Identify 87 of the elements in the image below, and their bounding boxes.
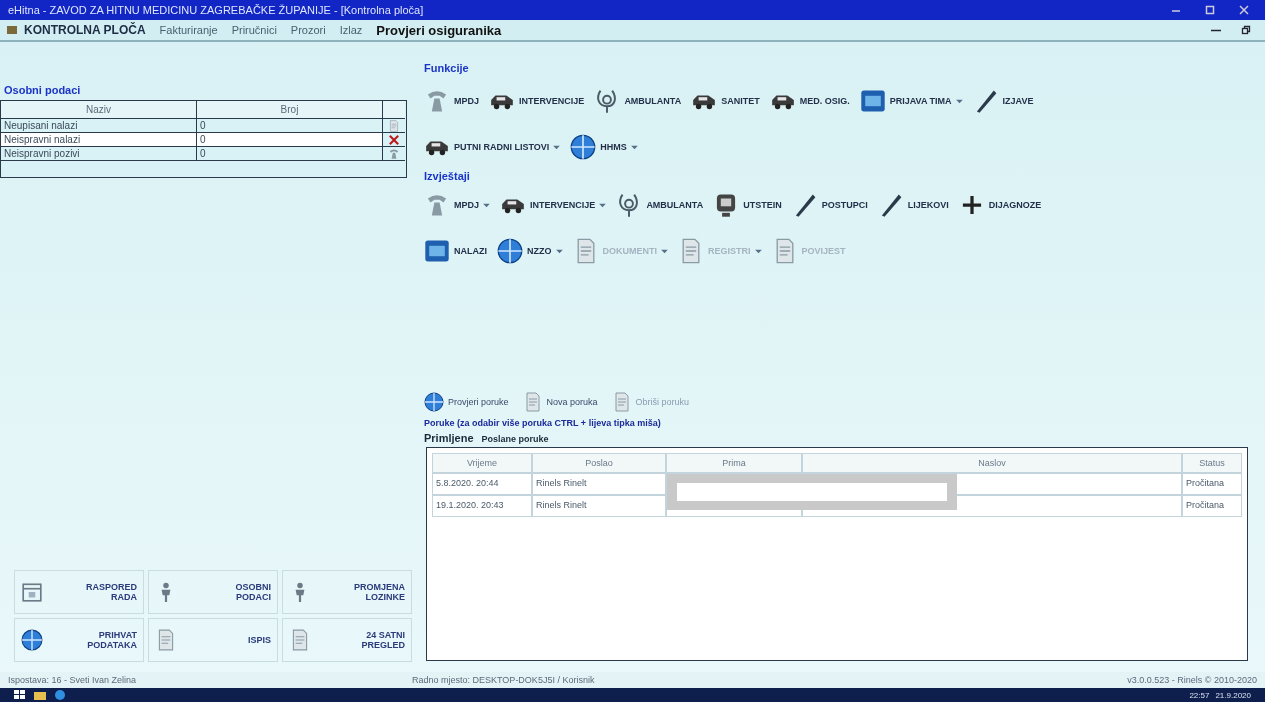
caret-icon [599,202,607,208]
table-cell[interactable]: 0 [197,133,383,147]
tab[interactable]: Poslane poruke [481,434,549,444]
menu-item[interactable]: Izlaz [339,24,363,36]
toolbar-button[interactable]: AMBULANTA [594,88,682,114]
shortcut-button[interactable]: RASPORED RADA [14,570,144,614]
shortcut-button[interactable]: PRIHVAT PODATAKA [14,618,144,662]
table-cell: Pročitana [1182,473,1242,495]
toolbar-button[interactable]: PUTNI RADNI LISTOVI [424,134,561,160]
menu-item[interactable]: Prozori [290,24,326,36]
toolbar-button[interactable]: MPDJ [424,88,479,114]
menu-item[interactable]: Provjeri osiguranika [376,22,502,38]
table-cell: Rinels Rinelt [532,473,666,495]
toolbar-button[interactable]: Provjeri poruke [424,392,509,412]
folder-icon[interactable] [34,690,46,700]
caret-icon [553,144,561,150]
toolbar-button[interactable]: Nova poruka [522,392,598,412]
menu-item[interactable]: Fakturiranje [159,24,218,36]
shortcut-button[interactable]: ISPIS [148,618,278,662]
toolbar-button[interactable]: UTSTEIN [713,192,782,218]
toolbar-button[interactable]: DIJAGNOZE [958,192,1042,218]
maximize-icon [1205,5,1215,15]
section-title: Izvještaji [424,170,471,182]
app-icon [6,24,18,36]
table-cell[interactable]: 0 [197,147,383,161]
status-text: Ispostava: 16 - Sveti Ivan Zelina [8,675,138,685]
globe-icon [21,629,43,651]
restore-icon [1241,25,1251,35]
table-cell: 5.8.2020. 20:44 [432,473,532,495]
column-header: Status [1182,453,1242,473]
globe-icon [424,392,444,412]
table-cell: Pročitana [1182,495,1242,517]
version-text: v3.0.0.523 - Rinels © 2010-2020 [1127,675,1257,685]
section-title: Osobni podaci [4,84,82,96]
toolbar-button[interactable]: MPDJ [424,192,490,218]
column-header: Prima [666,453,802,473]
toolbar-button[interactable]: IZJAVE [972,88,1034,114]
globe-icon[interactable] [54,690,66,700]
toolbar-button[interactable]: PRIJAVA TIMA [859,88,963,114]
menu-item[interactable]: Priručnici [231,24,277,36]
globe-icon [497,238,523,264]
table-cell[interactable]: Neispravni nalazi [1,133,197,147]
picture-icon [424,238,450,264]
toolbar-button[interactable]: INTERVENCIJE [500,192,607,218]
toolbar-button[interactable]: POSTUPCI [791,192,868,218]
table-cell[interactable]: Neispravni pozivi [1,147,197,161]
telephone-icon [388,147,400,160]
close-icon [1239,5,1249,15]
section-title: Funkcije [424,62,470,74]
document-icon [388,119,400,132]
toolbar-button[interactable]: LIJEKOVI [877,192,949,218]
minimize-icon [1211,28,1221,32]
shortcut-button[interactable]: 24 SATNI PREGLED [282,618,412,662]
caret-icon [955,98,963,104]
calendar-icon [21,581,43,603]
caret-icon [661,248,668,254]
column-header: Naziv [1,101,197,119]
clock-date[interactable]: 21.9.2020 [1215,690,1251,700]
toolbar-button[interactable]: SANITET [691,88,760,114]
column-header: Naslov [802,453,1182,473]
toolbar-button[interactable]: AMBULANTA [616,192,704,218]
column-header: Poslao [532,453,666,473]
windows-icon[interactable] [14,690,26,700]
table-cell: Rinels Rinelt [532,495,666,517]
toolbar-button[interactable]: MED. OSIG. [769,88,850,114]
tab[interactable]: Primljene [424,432,474,444]
toolbar-button[interactable]: NALAZI [424,238,487,264]
column-header: Broj [197,101,383,119]
toolbar-button[interactable]: INTERVENCIJE [489,88,585,114]
section-title: Poruke (za odabir više poruka CTRL + lijeva tipka miša) [424,418,662,428]
toolbar-button[interactable]: NZZO [497,238,563,264]
column-header: Vrijeme [432,453,532,473]
status-text: Radno mjesto: DESKTOP-DOK5J5I / Korisnik [412,675,596,685]
caret-icon [630,144,638,150]
caret-icon [555,248,563,254]
shortcut-button[interactable]: OSOBNI PODACI [148,570,278,614]
menu-item[interactable]: KONTROLNA PLOČA [6,23,146,37]
caret-icon [483,202,490,208]
picture-icon [859,88,886,114]
window-title: eHitna - ZAVOD ZA HITNU MEDICINU ZAGREBAČKE ŽUPANIJE - [Kontrolna ploča] [8,4,425,16]
toolbar-button[interactable]: HHMS [570,134,638,160]
shortcut-button[interactable]: PROMJENA LOZINKE [282,570,412,614]
table-cell: 19.1.2020. 20:43 [432,495,532,517]
globe-icon [570,134,597,160]
clock-time[interactable]: 22:57 [1189,690,1210,700]
caret-icon [754,248,762,254]
cross-icon [388,133,400,146]
